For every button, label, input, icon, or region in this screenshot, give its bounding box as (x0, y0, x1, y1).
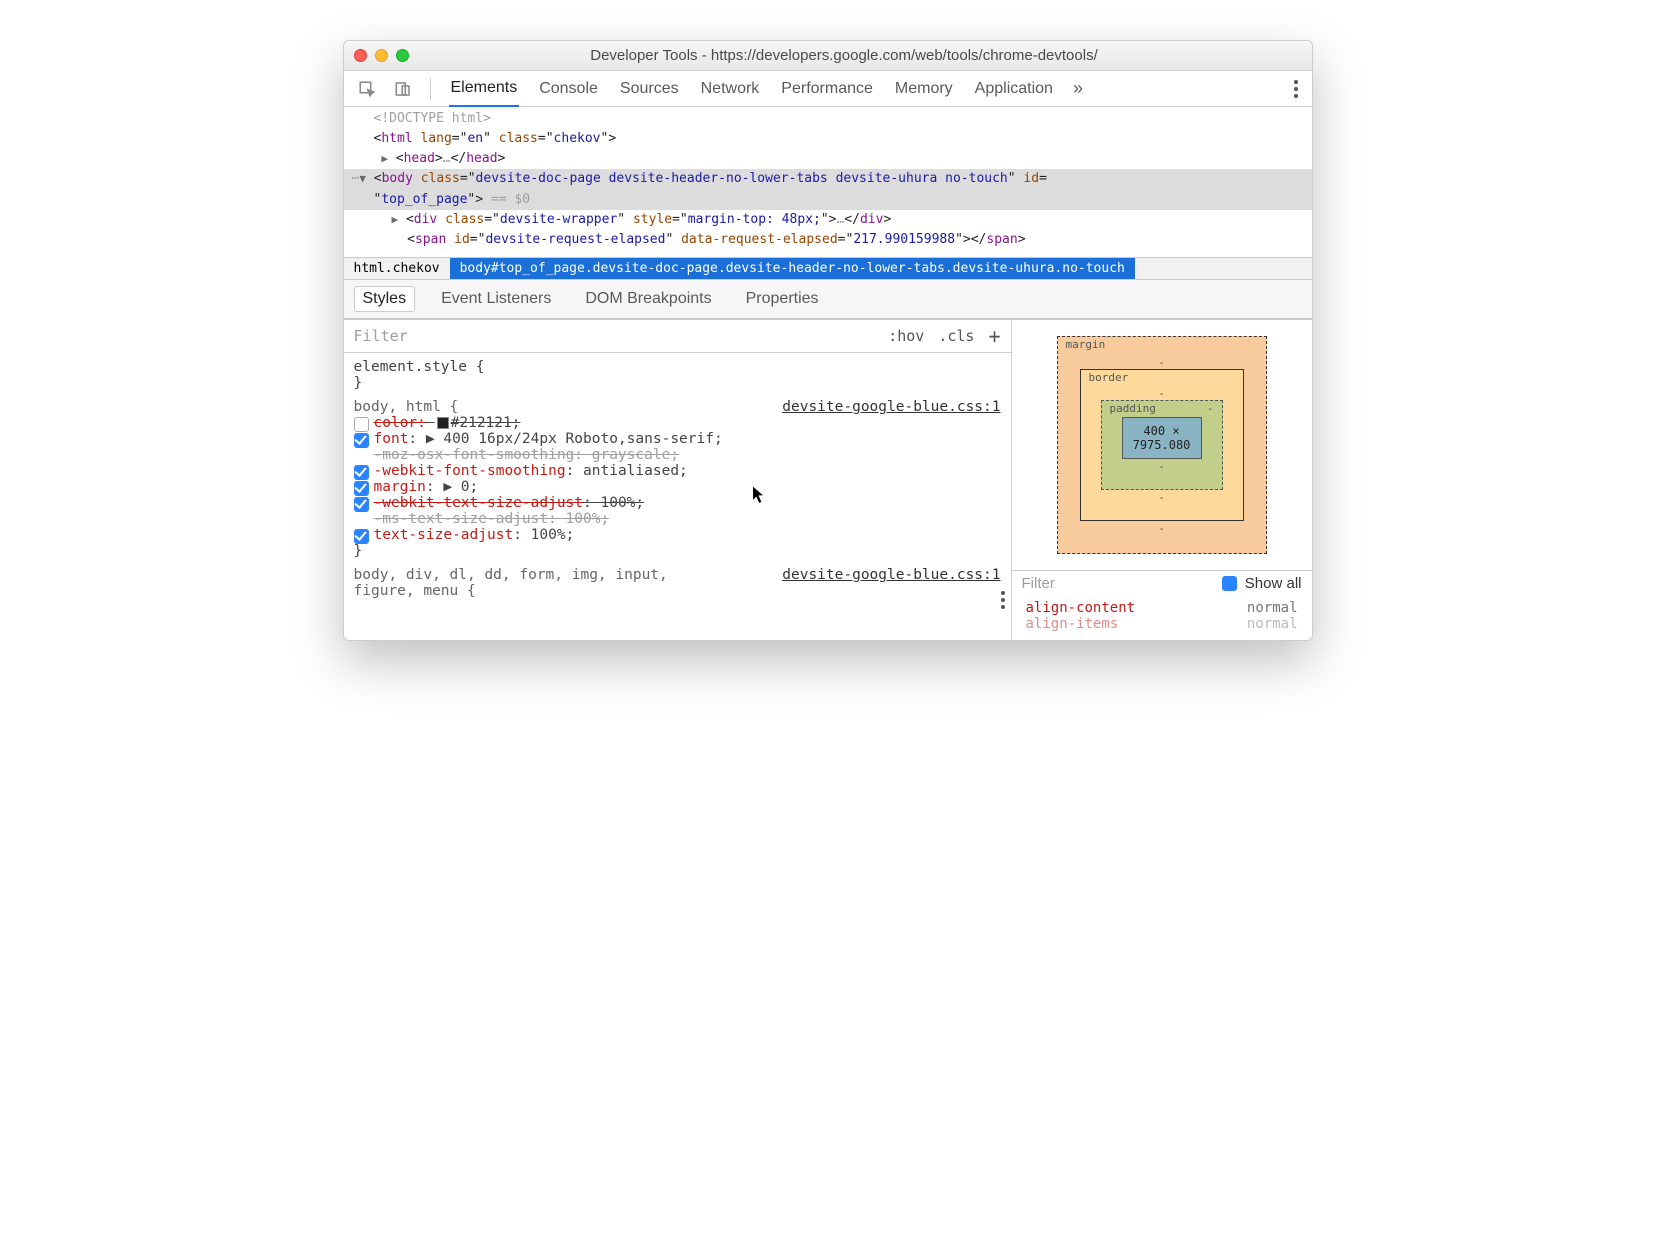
tab-memory[interactable]: Memory (893, 72, 955, 106)
cls-toggle[interactable]: .cls (938, 327, 974, 345)
traffic-lights (354, 49, 409, 62)
dom-head[interactable]: ▶ <head>…</head> (352, 149, 1304, 169)
dom-doctype[interactable]: <!DOCTYPE html> (352, 109, 1304, 129)
dash: - (1158, 387, 1165, 400)
decl-webkit-text-size[interactable]: -webkit-text-size-adjust: 100%; (354, 495, 1001, 511)
dash: - (1207, 402, 1214, 415)
decl-font[interactable]: font: ▶ 400 16px/24px Roboto,sans-serif; (354, 431, 1001, 447)
dom-span[interactable]: <span id="devsite-request-elapsed" data-… (352, 230, 1304, 250)
devtools-window: Developer Tools - https://developers.goo… (343, 40, 1313, 641)
minimize-icon[interactable] (375, 49, 388, 62)
hov-toggle[interactable]: :hov (888, 327, 924, 345)
filter-input[interactable]: Filter (354, 327, 408, 345)
close-icon[interactable] (354, 49, 367, 62)
show-all-label[interactable]: Show all (1245, 575, 1302, 592)
select-element-icon[interactable] (358, 80, 376, 98)
prop-name: align-content (1026, 600, 1136, 616)
decl-webkit-smoothing[interactable]: -webkit-font-smoothing: antialiased; (354, 463, 1001, 479)
dom-tree[interactable]: <!DOCTYPE html> <html lang="en" class="c… (344, 107, 1312, 257)
computed-list[interactable]: align-content normal align-items normal (1012, 596, 1312, 640)
window-title: Developer Tools - https://developers.goo… (427, 47, 1302, 64)
subtab-dom-breakpoints[interactable]: DOM Breakpoints (577, 287, 719, 311)
checkbox-icon[interactable] (354, 433, 369, 448)
label-padding: padding (1110, 402, 1156, 415)
tab-elements[interactable]: Elements (449, 71, 520, 107)
more-tabs-icon[interactable]: » (1073, 78, 1083, 99)
dom-div[interactable]: ▶ <div class="devsite-wrapper" style="ma… (352, 210, 1304, 230)
brace-close: } (354, 543, 1001, 559)
subtab-event-listeners[interactable]: Event Listeners (433, 287, 559, 311)
source-link[interactable]: devsite-google-blue.css:1 (782, 399, 1000, 415)
dash: - (1158, 491, 1165, 504)
computed-filter-input[interactable]: Filter (1022, 575, 1055, 592)
color-swatch-icon[interactable] (437, 417, 449, 429)
computed-row[interactable]: align-items normal (1026, 616, 1298, 632)
styles-filter-bar: Filter :hov .cls + (344, 320, 1011, 353)
rule-selector[interactable]: body, html { (354, 399, 459, 415)
styles-rules[interactable]: element.style { } body, html { devsite-g… (344, 353, 1011, 615)
dash: - (1158, 460, 1165, 473)
rule-menu-icon[interactable] (1001, 591, 1005, 609)
prop-name: align-items (1026, 616, 1119, 632)
box-model[interactable]: margin - border - padding - 400 × 7975.0… (1012, 320, 1312, 570)
dom-body-selected[interactable]: ⋯▼ <body class="devsite-doc-page devsite… (344, 169, 1312, 209)
prop-value: normal (1247, 616, 1298, 632)
breadcrumb: html.chekov body#top_of_page.devsite-doc… (344, 257, 1312, 280)
rule-body-html[interactable]: body, html { devsite-google-blue.css:1 c… (354, 399, 1001, 559)
tab-network[interactable]: Network (699, 72, 762, 106)
box-content[interactable]: 400 × 7975.080 (1122, 417, 1202, 459)
computed-row[interactable]: align-content normal (1026, 600, 1298, 616)
brace-close: } (354, 375, 1001, 391)
dash: - (1158, 522, 1165, 535)
styles-subtabs: Styles Event Listeners DOM Breakpoints P… (344, 280, 1312, 319)
subtab-styles[interactable]: Styles (354, 286, 416, 312)
divider (430, 78, 431, 100)
styles-pane: Filter :hov .cls + element.style { } bod… (344, 320, 1012, 640)
crumb-body[interactable]: body#top_of_page.devsite-doc-page.devsit… (450, 258, 1135, 279)
subtab-properties[interactable]: Properties (738, 287, 827, 311)
decl-text-size-adjust[interactable]: text-size-adjust: 100%; (354, 527, 1001, 543)
new-rule-icon[interactable]: + (988, 324, 1000, 348)
lower-split: Filter :hov .cls + element.style { } bod… (344, 319, 1312, 640)
kebab-menu-icon[interactable] (1294, 80, 1298, 98)
checkbox-icon[interactable] (354, 417, 369, 432)
decl-ms-text-size[interactable]: -ms-text-size-adjust: 100%; (354, 511, 1001, 527)
show-all-checkbox[interactable] (1222, 576, 1237, 591)
decl-margin[interactable]: margin: ▶ 0; (354, 479, 1001, 495)
computed-pane: margin - border - padding - 400 × 7975.0… (1012, 320, 1312, 640)
source-link[interactable]: devsite-google-blue.css:1 (782, 567, 1000, 583)
tab-application[interactable]: Application (973, 72, 1055, 106)
rule-selector[interactable]: body, div, dl, dd, form, img, input, (354, 567, 668, 583)
checkbox-icon[interactable] (354, 529, 369, 544)
dom-html[interactable]: <html lang="en" class="chekov"> (352, 129, 1304, 149)
tab-console[interactable]: Console (537, 72, 600, 106)
zoom-icon[interactable] (396, 49, 409, 62)
label-margin: margin (1066, 338, 1106, 351)
checkbox-icon[interactable] (354, 465, 369, 480)
crumb-html[interactable]: html.chekov (344, 258, 450, 279)
tab-performance[interactable]: Performance (779, 72, 875, 106)
titlebar: Developer Tools - https://developers.goo… (344, 41, 1312, 71)
rule-selector-cont[interactable]: figure, menu { (354, 583, 1001, 599)
element-style-rule[interactable]: element.style { } (354, 359, 1001, 391)
dash: - (1158, 356, 1165, 369)
rule-body-div[interactable]: body, div, dl, dd, form, img, input, dev… (354, 567, 1001, 599)
label-border: border (1089, 371, 1129, 384)
checkbox-icon[interactable] (354, 481, 369, 496)
prop-value: normal (1247, 600, 1298, 616)
decl-color[interactable]: color: #212121; (354, 415, 1001, 431)
checkbox-icon[interactable] (354, 497, 369, 512)
device-toggle-icon[interactable] (394, 80, 412, 98)
computed-filter-bar: Filter Show all (1012, 570, 1312, 596)
element-style-open: element.style { (354, 359, 1001, 375)
tab-sources[interactable]: Sources (618, 72, 681, 106)
main-toolbar: Elements Console Sources Network Perform… (344, 71, 1312, 107)
decl-moz-smoothing[interactable]: -moz-osx-font-smoothing: grayscale; (354, 447, 1001, 463)
